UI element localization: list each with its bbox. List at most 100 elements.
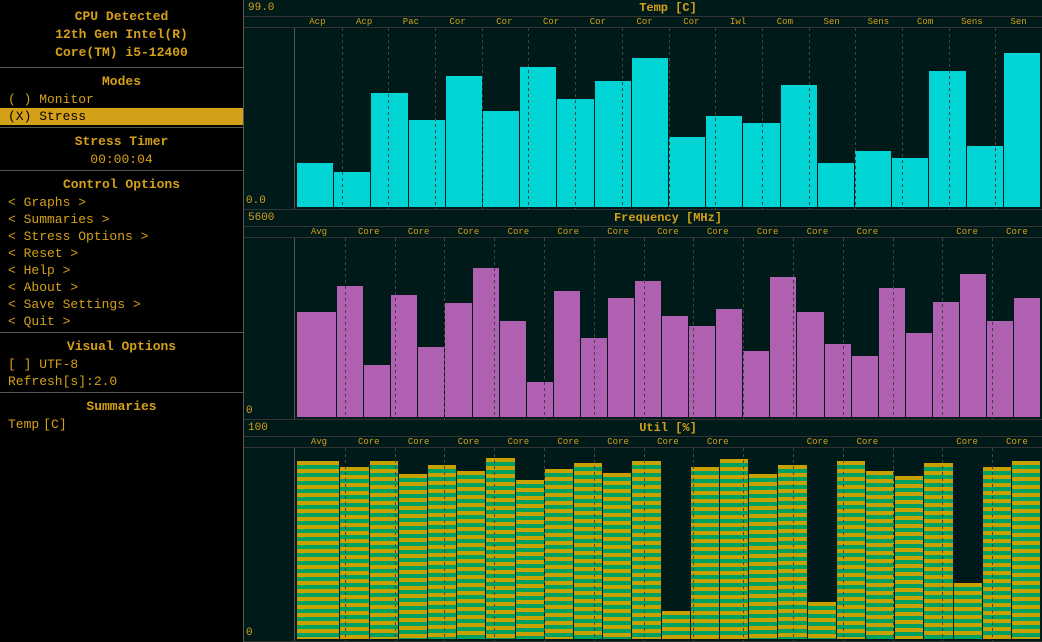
util-bars-area [294, 448, 1042, 641]
bar-temp-14 [781, 85, 817, 208]
menu-graphs[interactable]: < Graphs > [0, 194, 243, 211]
bar-util-c10b [895, 476, 923, 639]
bar-freq-c8b [743, 351, 769, 418]
bar-util-avg [297, 461, 339, 639]
bar-freq-c10a [825, 344, 851, 418]
freq-min-label: 0 [244, 238, 294, 419]
temp-panel-header: 99.0 Temp [C] [244, 0, 1042, 17]
temp-chart-body: 0.0 [244, 28, 1042, 209]
bar-freq-c4b [527, 382, 553, 417]
bar-util-c12a [983, 467, 1011, 639]
freq-chart-title: Frequency [MHz] [298, 211, 1038, 225]
temp-chart-title: Temp [C] [298, 1, 1038, 15]
bar-util-c8a [749, 474, 777, 639]
util-chart-body: 0 [244, 448, 1042, 641]
utf8-option[interactable]: [ ] UTF-8 [0, 356, 243, 373]
stress-timer-label: Stress Timer [0, 130, 243, 151]
bar-temp-3 [371, 93, 407, 207]
menu-stress-options[interactable]: < Stress Options > [0, 228, 243, 245]
bar-util-c10a [866, 471, 894, 639]
sidebar: CPU Detected 12th Gen Intel(R) Core(TM) … [0, 0, 244, 642]
stress-timer-value: 00:00:04 [0, 151, 243, 168]
temp-col-labels: Acp Acp Pac Cor Cor Cor Cor Cor Cor Iwl … [244, 17, 1042, 28]
util-panel: 100 Util [%] Avg Core Core Core Core Cor… [244, 420, 1042, 642]
bar-util-c1b [370, 461, 398, 639]
bar-temp-4 [409, 120, 445, 208]
bar-util-c6a [632, 461, 660, 639]
bar-temp-19 [967, 146, 1003, 207]
cpu-name-line1: 12th Gen Intel(R) [0, 26, 243, 44]
bar-freq-c2b [418, 347, 444, 417]
bar-freq-c12b [960, 274, 986, 418]
util-panel-header: 100 Util [%] [244, 420, 1042, 437]
freq-bars-area [294, 238, 1042, 419]
bar-util-c2a [399, 474, 427, 639]
menu-summaries[interactable]: < Summaries > [0, 211, 243, 228]
menu-save-settings[interactable]: < Save Settings > [0, 296, 243, 313]
bar-temp-18 [929, 71, 965, 208]
temp-summary-row: Temp [C] [0, 416, 243, 433]
bar-temp-10 [632, 58, 668, 207]
temp-bars-area [294, 28, 1042, 209]
bar-util-c5a [574, 463, 602, 639]
visual-options-label: Visual Options [0, 335, 243, 356]
bar-freq-c8a [716, 309, 742, 418]
bar-util-c7a [691, 467, 719, 639]
bar-freq-c1b [364, 365, 390, 418]
bar-freq-c7a [662, 316, 688, 418]
menu-quit[interactable]: < Quit > [0, 313, 243, 330]
freq-chart-body: 0 [244, 238, 1042, 419]
temp-summary-label: Temp [8, 417, 39, 432]
refresh-option: Refresh[s]:2.0 [0, 373, 243, 390]
bar-temp-20 [1004, 53, 1040, 207]
bar-util-c6b [662, 611, 690, 639]
menu-reset[interactable]: < Reset > [0, 245, 243, 262]
menu-help[interactable]: < Help > [0, 262, 243, 279]
bar-temp-5 [446, 76, 482, 207]
bar-temp-2 [334, 172, 370, 207]
temp-min-label: 0.0 [244, 28, 294, 209]
bar-util-c4a [516, 480, 544, 639]
bar-util-c2b [428, 465, 456, 639]
bar-temp-9 [595, 81, 631, 207]
mode-monitor[interactable]: ( ) Monitor [0, 91, 243, 108]
bar-util-c11b [954, 583, 982, 639]
bar-temp-11 [669, 137, 705, 207]
freq-panel-header: 5600 Frequency [MHz] [244, 210, 1042, 227]
bar-freq-c13a [987, 321, 1013, 417]
bar-freq-c3a [445, 303, 471, 417]
bar-util-c5b [603, 473, 631, 639]
util-min-label: 0 [244, 448, 294, 641]
bar-freq-c13b [1014, 298, 1040, 417]
bar-freq-c11b [906, 333, 932, 417]
menu-about[interactable]: < About > [0, 279, 243, 296]
cpu-detected-section: CPU Detected 12th Gen Intel(R) Core(TM) … [0, 4, 243, 65]
bar-util-c3a [457, 471, 485, 639]
bar-freq-avg [297, 312, 336, 417]
bar-temp-16 [855, 151, 891, 207]
temp-panel: 99.0 Temp [C] Acp Acp Pac Cor Cor Cor Co… [244, 0, 1042, 210]
bar-freq-c9b [797, 312, 823, 417]
bar-temp-17 [892, 158, 928, 207]
mode-stress[interactable]: (X) Stress [0, 108, 243, 125]
summaries-label: Summaries [0, 395, 243, 416]
temp-summary-unit: [C] [43, 417, 66, 432]
bar-util-c11a [924, 463, 952, 639]
util-chart-title: Util [%] [298, 421, 1038, 435]
control-options-label: Control Options [0, 173, 243, 194]
modes-label: Modes [0, 70, 243, 91]
bar-util-c3b [486, 458, 514, 639]
bar-util-c12b [1012, 461, 1040, 639]
freq-col-labels: Avg Core Core Core Core Core Core Core C… [244, 227, 1042, 238]
bar-freq-c6b [635, 281, 661, 418]
bar-temp-7 [520, 67, 556, 207]
bar-util-c4b [545, 469, 573, 639]
bar-freq-c4a [500, 321, 526, 417]
freq-range-max: 5600 [248, 212, 298, 224]
temp-range-max: 99.0 [248, 2, 298, 14]
cpu-name-line2: Core(TM) i5-12400 [0, 44, 243, 62]
bar-temp-1 [297, 163, 333, 207]
bar-freq-c12a [933, 302, 959, 418]
bar-temp-6 [483, 111, 519, 207]
bar-util-c9a [808, 602, 836, 639]
